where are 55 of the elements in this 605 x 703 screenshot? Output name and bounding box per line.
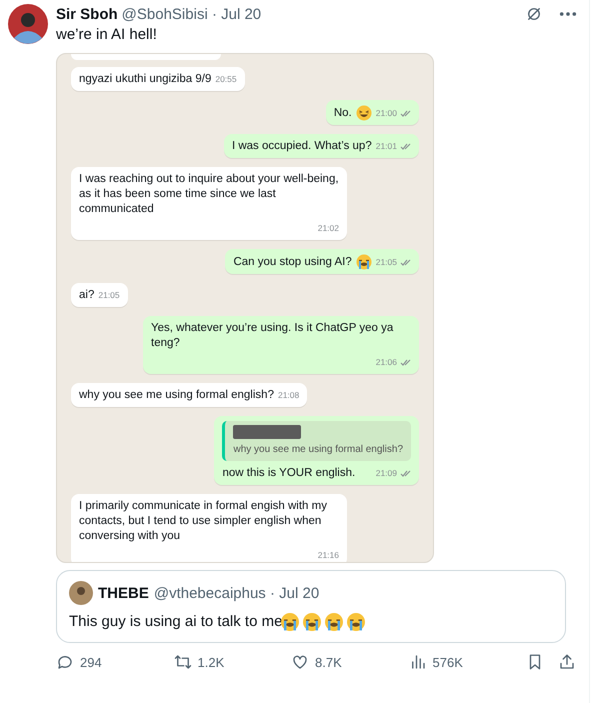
crying-emoji-icon [280,612,300,632]
message-text: No. [334,106,352,121]
reply-button[interactable]: 294 [56,653,166,671]
author-handle[interactable]: @SbohSibisi · Jul 20 [122,6,521,22]
message-text: I primarily communicate in formal engish with my contacts, but I tend to use simpler english when conversing with you [79,499,328,544]
share-button[interactable] [558,653,576,671]
redaction-bar [233,425,302,439]
author-name: THEBE [98,584,149,602]
author-handle: @vthebecaiphus · Jul 20 [154,584,320,602]
message-time: 21:05 [376,256,397,269]
crying-emoji-icon [356,254,372,270]
message-text: now this is YOUR english. [222,466,356,481]
like-button[interactable]: 8.7K [291,653,401,671]
message-text: ngyazi ukuthi ungiziba 9/9 [79,72,212,87]
more-button[interactable] [559,11,577,17]
message-time: 20:55 [215,73,237,86]
avatar[interactable] [8,4,48,44]
views-button[interactable]: 576K [408,653,518,671]
crying-emoji-icon [302,612,322,632]
double-check-icon [400,470,411,477]
message-time: 21:00 [376,107,397,120]
message-text: Can you stop using AI? [233,255,352,270]
share-icon [558,653,576,671]
post-text: This guy is using ai to talk to me [69,613,282,630]
double-check-icon [400,143,411,150]
message-text: ai? [79,288,94,303]
crying-emoji-icon [324,612,344,632]
message-time: 21:01 [376,140,397,153]
message-time: 21:06 [376,356,397,369]
message-time: 21:05 [98,289,120,302]
repost-icon [174,653,192,671]
double-check-icon [400,359,411,366]
heart-icon [291,653,309,671]
message-text: I was occupied. What’s up? [232,139,372,154]
avatar [69,581,93,605]
reply-icon [56,653,74,671]
message-text: why you see me using formal english? [79,388,274,403]
repost-button[interactable]: 1.2K [174,653,284,671]
double-check-icon [400,259,411,266]
message-text: Yes, whatever you’re using. Is it ChatGP yeo ya teng? [151,321,394,351]
laughing-emoji-icon [356,105,372,121]
message-time: 21:16 [318,549,339,562]
more-icon [559,11,577,17]
message-time: 21:02 [318,222,339,235]
message-time: 21:08 [278,389,300,402]
message-time: 21:09 [376,467,397,480]
slashed-circle-icon [525,5,543,23]
grok-button[interactable] [525,5,543,23]
double-check-icon [400,110,411,117]
post-text: we’re in AI hell! [56,26,158,43]
crying-emoji-icon [346,612,366,632]
quoted-post[interactable]: THEBE @vthebecaiphus · Jul 20 This guy is using ai to talk to me [56,570,566,643]
message-text: I was reaching out to inquire about your well-being, as it has been some time since we last communicated [79,172,339,217]
quoted-text: why you see me using formal english? [233,443,403,457]
author-name[interactable]: Sir Sboh [56,6,118,22]
